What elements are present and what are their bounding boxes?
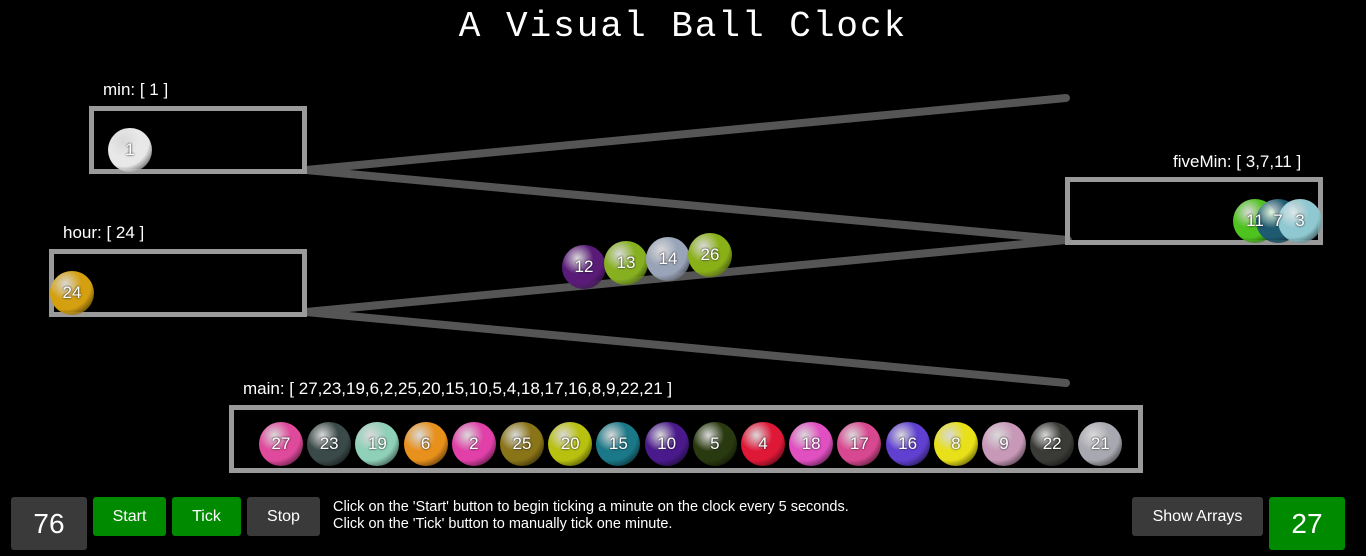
five-min-array-label: fiveMin: [ 3,7,11 ]	[1173, 152, 1302, 171]
ball-number: 21	[1090, 434, 1110, 453]
ball-number: 9	[999, 434, 1009, 453]
ball: 27	[259, 422, 303, 466]
ball-number: 8	[951, 434, 961, 453]
ball: 18	[789, 422, 834, 466]
ball-number: 26	[700, 245, 720, 264]
ball: 4	[741, 422, 785, 466]
ball: 12	[562, 245, 606, 289]
stop-button[interactable]: Stop	[247, 497, 320, 536]
ball: 6	[403, 422, 448, 466]
show-arrays-button[interactable]: Show Arrays	[1132, 497, 1263, 536]
ball: 16	[885, 422, 930, 466]
ball: 13	[604, 241, 648, 285]
ball-number: 24	[62, 283, 82, 302]
ball-number: 19	[367, 434, 387, 453]
tick-counter: 76	[11, 497, 87, 550]
rail-min-lower	[302, 166, 1072, 244]
ball: 3	[1278, 199, 1322, 243]
help-line-start: Click on the 'Start' button to begin tic…	[333, 499, 849, 515]
ball: 23	[307, 422, 352, 466]
help-line-tick: Click on the 'Tick' button to manually t…	[333, 516, 673, 532]
ball-number: 17	[849, 434, 869, 453]
ball: 10	[644, 422, 689, 466]
rail-hour-lower	[302, 308, 1070, 387]
ball-number: 27	[271, 434, 291, 453]
ball: 20	[548, 422, 593, 466]
ball-number: 13	[616, 253, 636, 272]
ball-number: 12	[574, 257, 594, 276]
ball: 26	[688, 233, 732, 277]
ball-number: 1	[125, 140, 135, 159]
main-array-label: main: [ 27,23,19,6,2,25,20,15,10,5,4,18,…	[243, 379, 673, 398]
ball-number: 5	[710, 434, 720, 453]
ball-number: 11	[1246, 211, 1264, 230]
tick-button[interactable]: Tick	[172, 497, 241, 536]
ball-number: 14	[658, 249, 678, 268]
ball: 1	[108, 128, 152, 172]
ball: 5	[692, 422, 737, 466]
ball-number: 16	[898, 434, 918, 453]
ball-number: 4	[758, 434, 768, 453]
ball-number: 7	[1273, 211, 1283, 230]
ball: 22	[1030, 422, 1075, 466]
ball: 24	[50, 271, 94, 315]
ball: 8	[933, 422, 978, 466]
hour-array-label: hour: [ 24 ]	[63, 223, 145, 242]
ball-number: 25	[512, 434, 532, 453]
ball-count: 27	[1269, 497, 1345, 550]
ball-number: 22	[1042, 434, 1062, 453]
ball-number: 15	[608, 434, 628, 453]
ball-number: 3	[1295, 211, 1305, 230]
rail-min-upper	[302, 94, 1070, 174]
ball-number: 20	[560, 434, 580, 453]
ball-number: 2	[469, 434, 479, 453]
start-button[interactable]: Start	[93, 497, 166, 536]
ball: 2	[451, 422, 496, 466]
ball-number: 23	[319, 434, 339, 453]
ball: 25	[500, 422, 544, 466]
ball: 9	[982, 422, 1026, 466]
min-array-label: min: [ 1 ]	[103, 80, 169, 99]
ball: 14	[646, 237, 690, 281]
ball-number: 18	[801, 434, 821, 453]
ball-number: 6	[420, 434, 431, 453]
help-text: Click on the 'Start' button to begin tic…	[333, 499, 849, 533]
ball-number: 10	[657, 434, 677, 453]
